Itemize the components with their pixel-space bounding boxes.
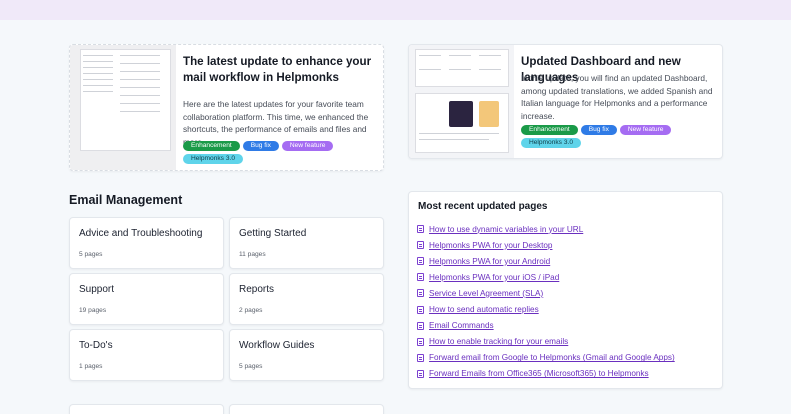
topic-page-count: 5 pages xyxy=(79,251,103,258)
list-item: How to use dynamic variables in your URL xyxy=(417,221,675,237)
news-thumbnail-dashboard xyxy=(409,45,514,158)
list-item: Helpmonks PWA for your iOS / iPad xyxy=(417,269,675,285)
document-icon xyxy=(417,369,424,378)
recent-page-link[interactable]: How to enable tracking for your emails xyxy=(429,337,568,346)
document-icon xyxy=(417,225,424,234)
list-item: Helpmonks PWA for your Desktop xyxy=(417,237,675,253)
recent-page-link[interactable]: Forward Emails from Office365 (Microsoft… xyxy=(429,369,649,378)
news-card-mail-workflow[interactable]: The latest update to enhance your mail w… xyxy=(69,44,384,171)
topic-name: Advice and Troubleshooting xyxy=(79,228,203,239)
recent-page-link[interactable]: Service Level Agreement (SLA) xyxy=(429,289,543,298)
recent-pages-list: How to use dynamic variables in your URL… xyxy=(417,221,675,382)
tag-bug-fix[interactable]: Bug fix xyxy=(580,125,617,135)
list-item: How to send automatic replies xyxy=(417,301,675,317)
tag-helpmonks-3[interactable]: Helpmonks 3.0 xyxy=(183,154,243,164)
tag-enhancement[interactable]: Enhancement xyxy=(183,141,240,151)
news-thumbnail-mail xyxy=(70,45,176,170)
recent-page-link[interactable]: Helpmonks PWA for your Desktop xyxy=(429,241,552,250)
list-item: Email Commands xyxy=(417,318,675,334)
recent-page-link[interactable]: Helpmonks PWA for your Android xyxy=(429,257,550,266)
news-tags: Enhancement Bug fix New feature Helpmonk… xyxy=(183,141,383,164)
list-item: Forward email from Google to Helpmonks (… xyxy=(417,350,675,366)
topic-card-support[interactable]: Support 19 pages xyxy=(69,273,224,325)
topic-page-count: 5 pages xyxy=(239,363,263,370)
document-icon xyxy=(417,241,424,250)
recent-page-link[interactable]: How to use dynamic variables in your URL xyxy=(429,225,583,234)
topic-card-todos[interactable]: To-Do's 1 pages xyxy=(69,329,224,381)
topic-name: To-Do's xyxy=(79,340,113,351)
document-icon xyxy=(417,321,424,330)
top-banner-strip xyxy=(0,0,791,20)
document-icon xyxy=(417,305,424,314)
tag-helpmonks-3[interactable]: Helpmonks 3.0 xyxy=(521,138,581,148)
topic-card-reports[interactable]: Reports 2 pages xyxy=(229,273,384,325)
document-icon xyxy=(417,273,424,282)
document-icon xyxy=(417,337,424,346)
list-item: Helpmonks PWA for your Android xyxy=(417,253,675,269)
topic-page-count: 2 pages xyxy=(239,307,263,314)
recent-page-link[interactable]: How to send automatic replies xyxy=(429,305,539,314)
topic-card-workflow-guides[interactable]: Workflow Guides 5 pages xyxy=(229,329,384,381)
recent-page-link[interactable]: Helpmonks PWA for your iOS / iPad xyxy=(429,273,559,282)
recent-page-link[interactable]: Email Commands xyxy=(429,321,494,330)
tag-new-feature[interactable]: New feature xyxy=(281,141,334,151)
topic-page-count: 11 pages xyxy=(239,251,266,258)
section-title: Email Management xyxy=(69,193,183,207)
list-item: Forward Emails from Office365 (Microsoft… xyxy=(417,366,675,382)
news-card-dashboard-languages[interactable]: Updated Dashboard and new languages In t… xyxy=(408,44,723,159)
document-icon xyxy=(417,257,424,266)
topic-card-partial[interactable] xyxy=(229,404,384,414)
tag-enhancement[interactable]: Enhancement xyxy=(521,125,578,135)
document-icon xyxy=(417,289,424,298)
topic-card-getting-started[interactable]: Getting Started 11 pages xyxy=(229,217,384,269)
recent-page-link[interactable]: Forward email from Google to Helpmonks (… xyxy=(429,353,675,362)
news-title[interactable]: The latest update to enhance your mail w… xyxy=(183,54,379,86)
recent-pages-title: Most recent updated pages xyxy=(418,201,548,212)
document-icon xyxy=(417,353,424,362)
topic-name: Support xyxy=(79,284,115,295)
list-item: Service Level Agreement (SLA) xyxy=(417,285,675,301)
news-description: In this update, you will find an updated… xyxy=(521,73,713,121)
topic-name: Reports xyxy=(239,284,275,295)
topic-page-count: 1 pages xyxy=(79,363,103,370)
topic-card-partial[interactable] xyxy=(69,404,224,414)
topic-card-advice[interactable]: Advice and Troubleshooting 5 pages xyxy=(69,217,224,269)
topic-name: Getting Started xyxy=(239,228,307,239)
topic-page-count: 19 pages xyxy=(79,307,107,314)
news-tags: Enhancement Bug fix New feature Helpmonk… xyxy=(521,125,721,148)
list-item: How to enable tracking for your emails xyxy=(417,334,675,350)
tag-bug-fix[interactable]: Bug fix xyxy=(242,141,279,151)
tag-new-feature[interactable]: New feature xyxy=(619,125,672,135)
topic-name: Workflow Guides xyxy=(239,340,315,351)
recent-pages-panel: Most recent updated pages How to use dyn… xyxy=(408,191,723,389)
